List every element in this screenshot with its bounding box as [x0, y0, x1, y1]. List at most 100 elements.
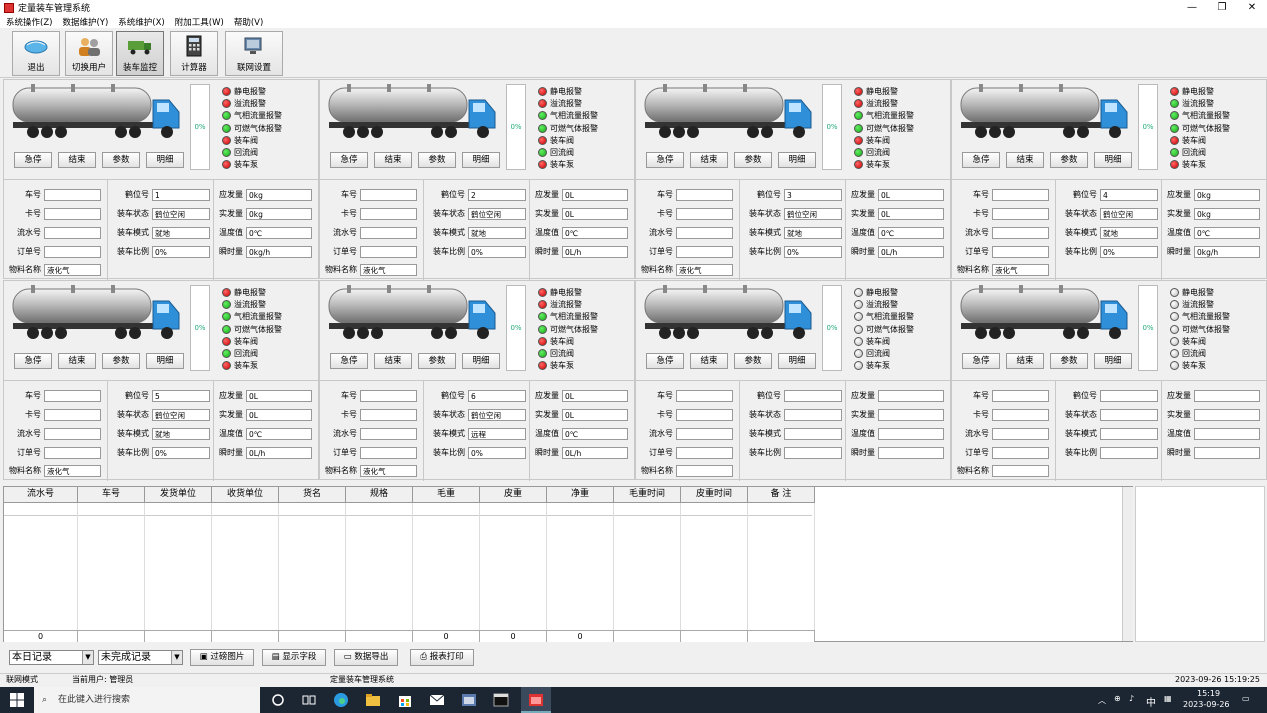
field-value[interactable]: [676, 188, 733, 201]
field-value[interactable]: 0%: [784, 245, 842, 258]
windows-start-icon[interactable]: [10, 693, 24, 707]
field-value[interactable]: 1: [152, 188, 210, 201]
field-value[interactable]: 就地: [152, 226, 210, 239]
field-value[interactable]: [44, 389, 101, 402]
field-value[interactable]: [784, 389, 842, 402]
field-value[interactable]: 鹤位空闲: [1100, 207, 1158, 220]
field-value[interactable]: 5: [152, 389, 210, 402]
details-button[interactable]: 明细: [1094, 152, 1132, 168]
field-value[interactable]: 0kg: [246, 188, 312, 201]
field-value[interactable]: 0L: [878, 207, 944, 220]
field-value[interactable]: [360, 427, 417, 440]
field-value[interactable]: [676, 245, 733, 258]
field-value[interactable]: 0℃: [1194, 226, 1260, 239]
tray-chevron-up-icon[interactable]: ︿: [1098, 695, 1106, 706]
field-value[interactable]: 0kg: [1194, 188, 1260, 201]
menu-tools[interactable]: 附加工具(W): [175, 16, 224, 28]
field-value[interactable]: [992, 207, 1049, 220]
field-value[interactable]: [676, 427, 733, 440]
field-value[interactable]: [44, 427, 101, 440]
minimize-button[interactable]: —: [1177, 0, 1207, 15]
field-value[interactable]: 鹤位空闲: [152, 408, 210, 421]
field-value[interactable]: [992, 226, 1049, 239]
column-header[interactable]: 收货单位: [212, 487, 279, 503]
field-value[interactable]: [992, 427, 1049, 440]
emergency-stop-button[interactable]: 急停: [14, 152, 52, 168]
parameters-button[interactable]: 参数: [418, 152, 456, 168]
field-value[interactable]: 0L: [562, 408, 628, 421]
export-data-button[interactable]: ▭ 数据导出: [334, 649, 398, 666]
exit-button[interactable]: 退出: [12, 31, 60, 76]
field-value[interactable]: 0kg/h: [1194, 245, 1260, 258]
table-vertical-scrollbar[interactable]: [1122, 487, 1133, 641]
field-value[interactable]: 0℃: [246, 427, 312, 440]
field-value[interactable]: [676, 464, 733, 477]
field-value[interactable]: [992, 188, 1049, 201]
field-value[interactable]: 鹤位空闲: [468, 408, 526, 421]
field-value[interactable]: [1194, 389, 1260, 402]
column-header[interactable]: 备 注: [748, 487, 815, 503]
field-value[interactable]: 0L: [562, 188, 628, 201]
finish-button[interactable]: 结束: [58, 353, 96, 369]
emergency-stop-button[interactable]: 急停: [962, 353, 1000, 369]
field-value[interactable]: [878, 427, 944, 440]
field-value[interactable]: 0%: [468, 446, 526, 459]
calculator-button[interactable]: 计算器: [170, 31, 218, 76]
details-button[interactable]: 明细: [146, 353, 184, 369]
details-button[interactable]: 明细: [778, 353, 816, 369]
notification-icon[interactable]: ▭: [1242, 694, 1250, 703]
field-value[interactable]: [360, 389, 417, 402]
loading-monitor-button[interactable]: 装车监控: [116, 31, 164, 76]
field-value[interactable]: [992, 464, 1049, 477]
field-value[interactable]: 0%: [152, 245, 210, 258]
taskbar-date[interactable]: 2023-09-26: [1183, 700, 1230, 709]
parameters-button[interactable]: 参数: [102, 353, 140, 369]
edge-icon[interactable]: [333, 692, 349, 708]
field-value[interactable]: [44, 245, 101, 258]
parameters-button[interactable]: 参数: [1050, 152, 1088, 168]
emergency-stop-button[interactable]: 急停: [330, 353, 368, 369]
field-value[interactable]: 鹤位空闲: [152, 207, 210, 220]
field-value[interactable]: 0L/h: [562, 446, 628, 459]
maximize-button[interactable]: ❐: [1207, 0, 1237, 15]
record-status-select[interactable]: 未完成记录 ▼: [98, 650, 183, 665]
field-value[interactable]: [676, 207, 733, 220]
field-value[interactable]: 0%: [468, 245, 526, 258]
menu-system-maintenance[interactable]: 系统维护(X): [118, 16, 164, 28]
switch-user-button[interactable]: 切换用户: [65, 31, 113, 76]
field-value[interactable]: 液化气: [992, 263, 1049, 276]
field-value[interactable]: [676, 446, 733, 459]
field-value[interactable]: [1194, 427, 1260, 440]
ime-indicator[interactable]: 中: [1146, 694, 1156, 709]
field-value[interactable]: 就地: [468, 226, 526, 239]
field-value[interactable]: [784, 408, 842, 421]
field-value[interactable]: 0℃: [562, 427, 628, 440]
taskbar-time[interactable]: 15:19: [1197, 689, 1220, 698]
field-value[interactable]: [676, 408, 733, 421]
field-value[interactable]: 液化气: [676, 263, 733, 276]
field-value[interactable]: [360, 188, 417, 201]
field-value[interactable]: [878, 446, 944, 459]
field-value[interactable]: [992, 408, 1049, 421]
field-value[interactable]: 0L/h: [878, 245, 944, 258]
finish-button[interactable]: 结束: [1006, 353, 1044, 369]
field-value[interactable]: [676, 389, 733, 402]
column-header[interactable]: 净重: [547, 487, 614, 503]
menu-system-ops[interactable]: 系统操作(Z): [6, 16, 52, 28]
field-value[interactable]: [784, 427, 842, 440]
field-value[interactable]: [44, 188, 101, 201]
field-value[interactable]: 0%: [1100, 245, 1158, 258]
field-value[interactable]: 2: [468, 188, 526, 201]
volume-icon[interactable]: ♪: [1129, 694, 1134, 703]
field-value[interactable]: [44, 446, 101, 459]
weighing-images-button[interactable]: ▣ 过磅图片: [190, 649, 254, 666]
terminal-icon[interactable]: [493, 692, 509, 708]
field-value[interactable]: [676, 226, 733, 239]
file-explorer-icon[interactable]: [365, 692, 381, 708]
field-value[interactable]: [360, 446, 417, 459]
field-value[interactable]: 0%: [152, 446, 210, 459]
field-value[interactable]: 4: [1100, 188, 1158, 201]
column-header[interactable]: 毛重: [413, 487, 480, 503]
details-button[interactable]: 明细: [778, 152, 816, 168]
field-value[interactable]: 0L/h: [246, 446, 312, 459]
